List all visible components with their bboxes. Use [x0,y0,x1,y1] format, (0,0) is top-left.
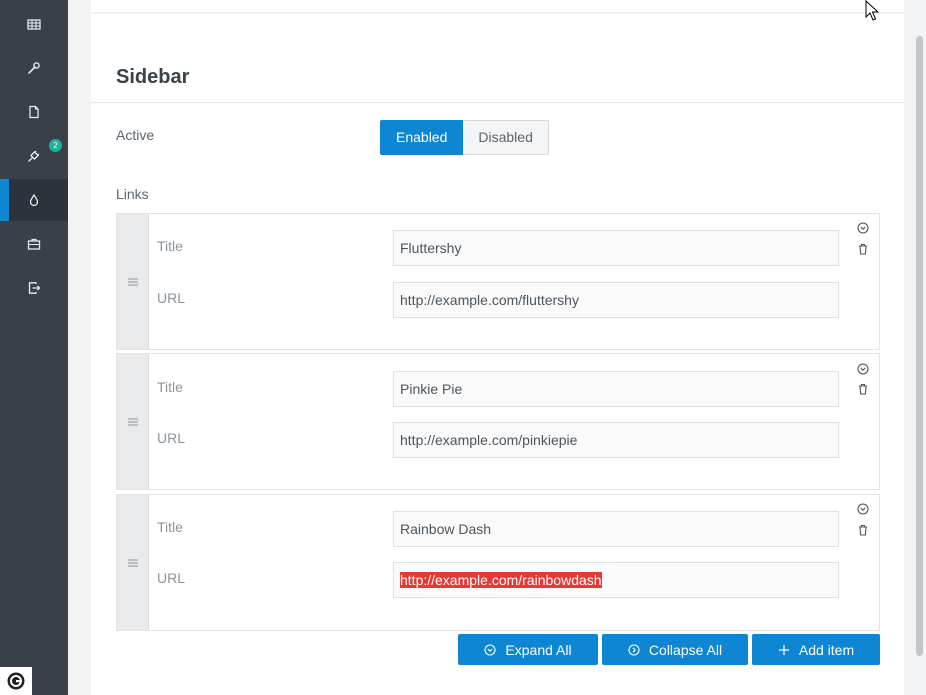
title-input[interactable]: Rainbow Dash [393,511,839,547]
logo-icon [7,672,25,690]
chevron-right-circle-icon [628,643,640,656]
drag-handle-icon [127,278,138,285]
expand-all-label: Expand All [505,641,572,658]
active-label: Active [116,127,155,143]
notification-badge: 2 [49,139,62,152]
sidebar-item-themes[interactable] [0,179,68,221]
table-icon [27,19,41,30]
title-input[interactable]: Pinkie Pie [393,371,839,407]
chevron-circle-icon [857,363,869,375]
app-sidebar: 2 [0,0,68,695]
url-input[interactable]: http://example.com/pinkiepie [393,422,839,458]
section-title: Sidebar [116,66,190,88]
title-label: Title [157,379,183,395]
sidebar-item-plugins[interactable]: 2 [0,135,68,177]
chevron-circle-icon [857,503,869,515]
collapse-item-button[interactable] [856,362,870,376]
chevron-down-circle-icon [484,643,496,656]
panel-top-divider [91,12,904,14]
drag-handle[interactable] [117,354,149,489]
sidebar-item-table[interactable] [0,3,68,45]
sidebar-item-wrench[interactable] [0,47,68,89]
url-input[interactable]: http://example.com/fluttershy [393,282,839,318]
wrench-icon [28,62,40,74]
link-item: Title Fluttershy URL http://example.com/… [116,213,880,350]
drag-handle-icon [127,418,138,425]
url-label: URL [157,570,186,586]
drag-handle[interactable] [117,214,149,349]
app-logo[interactable] [0,667,32,695]
collapse-all-button[interactable]: Collapse All [602,634,748,665]
plus-icon [778,644,789,655]
delete-item-button[interactable] [856,523,870,537]
file-icon [29,105,39,119]
links-label: Links [116,186,149,202]
drag-handle[interactable] [117,495,149,630]
title-input[interactable]: Fluttershy [393,230,839,266]
trash-icon [859,524,867,536]
add-item-label: Add item [798,641,855,658]
url-label: URL [157,290,186,306]
link-item: Title Rainbow Dash URL http://example.co… [116,494,880,631]
sign-out-icon [28,282,41,294]
link-item: Title Pinkie Pie URL http://example.com/… [116,353,880,490]
active-toggle: Enabled Disabled [380,120,549,155]
add-item-button[interactable]: Add item [752,634,880,665]
droplet-icon [29,193,39,207]
expand-all-button[interactable]: Expand All [458,634,598,665]
sidebar-item-briefcase[interactable] [0,223,68,265]
title-label: Title [157,519,183,535]
delete-item-button[interactable] [856,242,870,256]
plug-icon [28,150,40,162]
collapse-all-label: Collapse All [648,641,723,658]
drag-handle-icon [127,559,138,566]
url-input[interactable]: http://example.com/rainbowdash [393,562,839,598]
chevron-circle-icon [857,222,869,234]
trash-icon [859,243,867,255]
collapse-item-button[interactable] [856,502,870,516]
collapse-item-button[interactable] [856,221,870,235]
enabled-button[interactable]: Enabled [380,120,464,155]
selected-url-text: http://example.com/rainbowdash [400,572,602,588]
title-label: Title [157,238,183,254]
delete-item-button[interactable] [856,382,870,396]
url-label: URL [157,430,186,446]
trash-icon [859,383,867,395]
sidebar-item-file[interactable] [0,91,68,133]
mouse-cursor-icon [865,0,879,21]
sidebar-item-logout[interactable] [0,267,68,309]
briefcase-icon [27,238,41,250]
disabled-button[interactable]: Disabled [463,120,549,155]
scrollbar-thumb[interactable] [916,36,923,656]
section-divider [91,102,904,103]
